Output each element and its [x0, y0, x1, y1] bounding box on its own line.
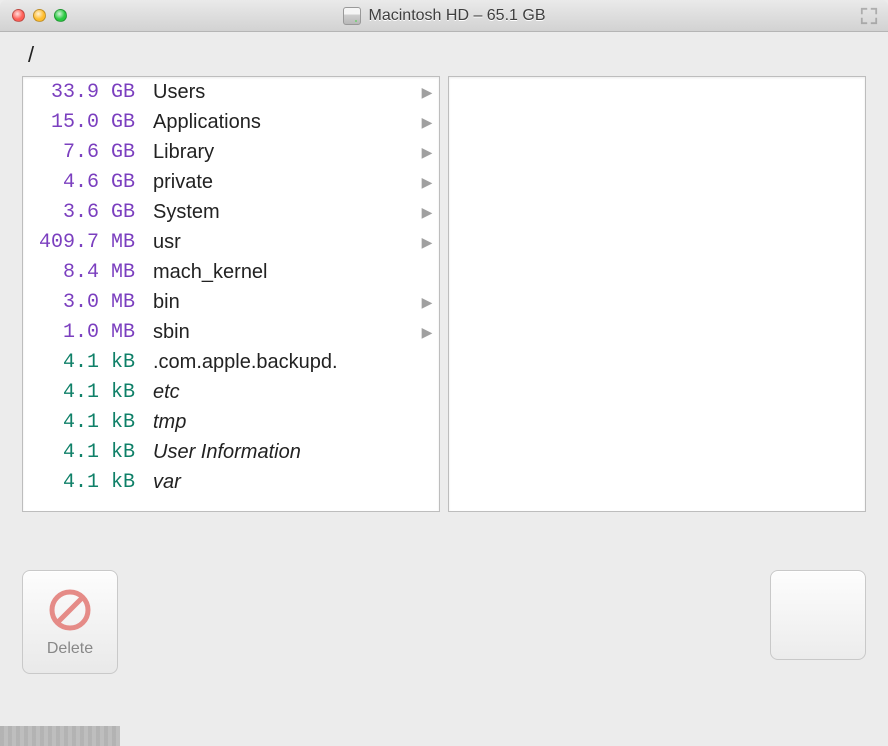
file-name: .com.apple.backupd. — [135, 351, 415, 374]
window-title-text: Macintosh HD – 65.1 GB — [369, 7, 546, 25]
file-row[interactable]: 15.0 GBApplications▶ — [23, 107, 439, 137]
disclosure-arrow-icon[interactable]: ▶ — [415, 84, 439, 101]
window: Macintosh HD – 65.1 GB / 33.9 GBUsers▶ 1… — [0, 0, 888, 725]
content-panes: 33.9 GBUsers▶ 15.0 GBApplications▶ 7.6 G… — [0, 72, 888, 512]
file-row[interactable]: 8.4 MBmach_kernel — [23, 257, 439, 287]
current-path: / — [28, 42, 34, 67]
no-entry-icon — [46, 586, 94, 634]
delete-button-label: Delete — [47, 640, 93, 658]
file-name: etc — [135, 381, 415, 404]
file-size: 15.0 GB — [29, 111, 135, 134]
file-size: 4.1 kB — [29, 441, 135, 464]
disclosure-arrow-icon[interactable]: ▶ — [415, 204, 439, 221]
zoom-window-button[interactable] — [54, 9, 67, 22]
file-row[interactable]: 7.6 GBLibrary▶ — [23, 137, 439, 167]
file-name: System — [135, 201, 415, 224]
file-name: bin — [135, 291, 415, 314]
file-size: 409.7 MB — [29, 231, 135, 254]
file-name: tmp — [135, 411, 415, 434]
close-window-button[interactable] — [12, 9, 25, 22]
dock-fragment — [0, 726, 120, 746]
file-size: 8.4 MB — [29, 261, 135, 284]
file-size: 3.0 MB — [29, 291, 135, 314]
file-name: usr — [135, 231, 415, 254]
disclosure-arrow-icon[interactable]: ▶ — [415, 234, 439, 251]
file-row[interactable]: 1.0 MBsbin▶ — [23, 317, 439, 347]
file-row[interactable]: 3.6 GBSystem▶ — [23, 197, 439, 227]
file-size: 4.1 kB — [29, 471, 135, 494]
file-size: 3.6 GB — [29, 201, 135, 224]
file-list-pane[interactable]: 33.9 GBUsers▶ 15.0 GBApplications▶ 7.6 G… — [22, 76, 440, 512]
file-row[interactable]: 4.1 kBvar — [23, 467, 439, 497]
file-row[interactable]: 4.6 GBprivate▶ — [23, 167, 439, 197]
traffic-lights — [0, 9, 67, 22]
file-row[interactable]: 409.7 MBusr▶ — [23, 227, 439, 257]
window-title: Macintosh HD – 65.1 GB — [0, 7, 888, 25]
file-list[interactable]: 33.9 GBUsers▶ 15.0 GBApplications▶ 7.6 G… — [23, 77, 439, 511]
file-row[interactable]: 4.1 kBetc — [23, 377, 439, 407]
disclosure-arrow-icon[interactable]: ▶ — [415, 294, 439, 311]
preview-well[interactable] — [770, 570, 866, 660]
file-size: 4.1 kB — [29, 381, 135, 404]
file-size: 1.0 MB — [29, 321, 135, 344]
file-row[interactable]: 3.0 MBbin▶ — [23, 287, 439, 317]
disclosure-arrow-icon[interactable]: ▶ — [415, 144, 439, 161]
file-name: Users — [135, 81, 415, 104]
file-size: 4.6 GB — [29, 171, 135, 194]
file-size: 7.6 GB — [29, 141, 135, 164]
file-size: 33.9 GB — [29, 81, 135, 104]
file-name: Applications — [135, 111, 415, 134]
file-name: mach_kernel — [135, 261, 415, 284]
file-name: private — [135, 171, 415, 194]
file-size: 4.1 kB — [29, 411, 135, 434]
path-bar: / — [0, 32, 888, 72]
titlebar[interactable]: Macintosh HD – 65.1 GB — [0, 0, 888, 32]
minimize-window-button[interactable] — [33, 9, 46, 22]
file-row[interactable]: 4.1 kB.com.apple.backupd. — [23, 347, 439, 377]
file-name: User Information — [135, 441, 415, 464]
detail-pane[interactable] — [448, 76, 866, 512]
delete-button[interactable]: Delete — [22, 570, 118, 674]
file-row[interactable]: 4.1 kBUser Information — [23, 437, 439, 467]
file-row[interactable]: 33.9 GBUsers▶ — [23, 77, 439, 107]
file-name: sbin — [135, 321, 415, 344]
file-name: Library — [135, 141, 415, 164]
drive-icon — [343, 7, 361, 25]
fullscreen-icon[interactable] — [860, 7, 878, 25]
disclosure-arrow-icon[interactable]: ▶ — [415, 324, 439, 341]
file-row[interactable]: 4.1 kBtmp — [23, 407, 439, 437]
file-size: 4.1 kB — [29, 351, 135, 374]
file-name: var — [135, 471, 415, 494]
disclosure-arrow-icon[interactable]: ▶ — [415, 114, 439, 131]
disclosure-arrow-icon[interactable]: ▶ — [415, 174, 439, 191]
bottom-toolbar: Delete — [0, 560, 888, 690]
